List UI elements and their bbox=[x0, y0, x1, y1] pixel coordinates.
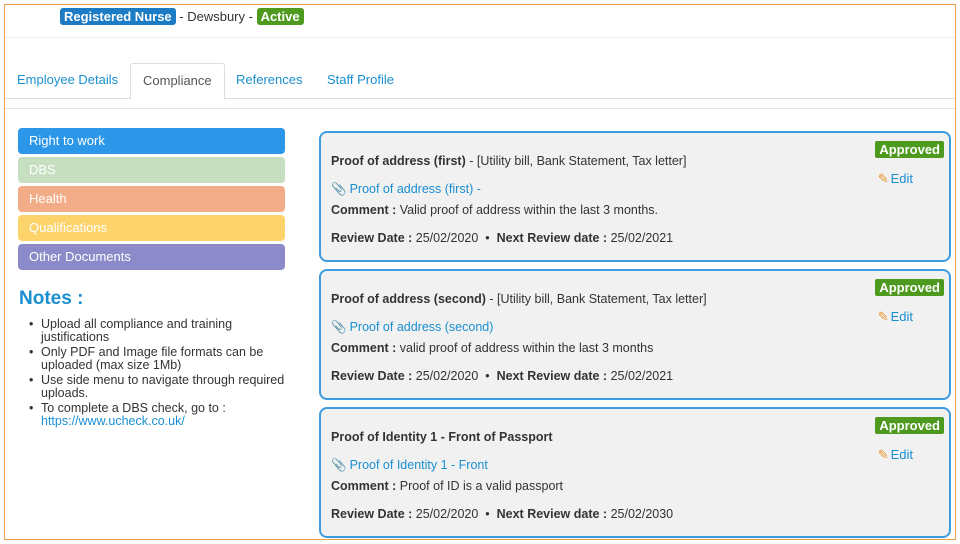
document-card: Proof of Identity 1 - Front of Passport … bbox=[319, 407, 951, 538]
document-file-name: Proof of address (second) bbox=[349, 320, 494, 334]
next-review-label: Next Review date : bbox=[496, 369, 608, 383]
comment-label: Comment : bbox=[331, 341, 397, 355]
paperclip-icon: 📎 bbox=[331, 182, 347, 196]
dbs-note-text: To complete a DBS check, go to : bbox=[41, 401, 226, 415]
document-review-dates: Review Date : 25/02/2020 • Next Review d… bbox=[331, 507, 673, 521]
pencil-icon: ✎ bbox=[877, 447, 889, 462]
role-badge: Registered Nurse bbox=[60, 8, 176, 25]
document-file-link[interactable]: 📎 Proof of Identity 1 - Front bbox=[331, 458, 488, 473]
comment-text: Proof of ID is a valid passport bbox=[399, 479, 564, 493]
document-title-main: Proof of Identity 1 - Front of Passport bbox=[331, 430, 553, 444]
next-review-value: 25/02/2021 bbox=[610, 231, 674, 245]
location-text: - Dewsbury - bbox=[175, 9, 257, 24]
document-title: Proof of address (first) - [Utility bill… bbox=[331, 154, 686, 168]
document-title-main: Proof of address (second) bbox=[331, 292, 486, 306]
employee-header: Registered Nurse - Dewsbury - Active bbox=[5, 5, 955, 38]
comment-label: Comment : bbox=[331, 479, 397, 493]
review-date-value: 25/02/2020 bbox=[415, 507, 479, 521]
document-card: Proof of address (second) - [Utility bil… bbox=[319, 269, 951, 400]
tab-employee-details[interactable]: Employee Details bbox=[5, 63, 130, 99]
next-review-value: 25/02/2030 bbox=[610, 507, 674, 521]
separator-dot: • bbox=[485, 369, 490, 383]
paperclip-icon: 📎 bbox=[331, 320, 347, 334]
paperclip-icon: 📎 bbox=[331, 458, 347, 472]
document-file-link[interactable]: 📎 Proof of address (first) - bbox=[331, 182, 481, 197]
side-item-dbs[interactable]: DBS bbox=[18, 157, 285, 183]
comment-text: valid proof of address within the last 3… bbox=[399, 341, 654, 355]
review-date-value: 25/02/2020 bbox=[415, 369, 479, 383]
review-date-label: Review Date : bbox=[331, 369, 413, 383]
employee-summary: Registered Nurse - Dewsbury - Active bbox=[60, 8, 304, 25]
edit-label: Edit bbox=[890, 447, 913, 462]
status-badge: Active bbox=[256, 8, 304, 25]
document-file-name: Proof of Identity 1 - Front bbox=[349, 458, 488, 472]
tab-bar: Employee Details Compliance References S… bbox=[5, 63, 955, 100]
side-item-other-documents[interactable]: Other Documents bbox=[18, 244, 285, 270]
side-item-right-to-work[interactable]: Right to work bbox=[18, 128, 285, 154]
document-file-name: Proof of address (first) - bbox=[349, 182, 481, 196]
approved-badge: Approved bbox=[875, 417, 944, 434]
document-review-dates: Review Date : 25/02/2020 • Next Review d… bbox=[331, 369, 673, 383]
notes-list: Upload all compliance and training justi… bbox=[27, 318, 285, 430]
page-frame: Registered Nurse - Dewsbury - Active Emp… bbox=[4, 4, 956, 540]
review-date-label: Review Date : bbox=[331, 507, 413, 521]
note-item: Upload all compliance and training justi… bbox=[27, 318, 285, 344]
approved-badge: Approved bbox=[875, 279, 944, 296]
notes-title: Notes : bbox=[19, 288, 84, 309]
document-file-link[interactable]: 📎 Proof of address (second) bbox=[331, 320, 493, 335]
review-date-label: Review Date : bbox=[331, 231, 413, 245]
side-item-health[interactable]: Health bbox=[18, 186, 285, 212]
document-review-dates: Review Date : 25/02/2020 • Next Review d… bbox=[331, 231, 673, 245]
edit-label: Edit bbox=[890, 309, 913, 324]
document-title: Proof of Identity 1 - Front of Passport bbox=[331, 430, 553, 444]
document-title-types: - [Utility bill, Bank Statement, Tax let… bbox=[485, 292, 707, 306]
approved-badge: Approved bbox=[875, 141, 944, 158]
tab-staff-profile[interactable]: Staff Profile bbox=[315, 63, 406, 99]
note-item: Use side menu to navigate through requir… bbox=[27, 374, 285, 400]
document-title-main: Proof of address (first) bbox=[331, 154, 466, 168]
comment-label: Comment : bbox=[331, 203, 397, 217]
pencil-icon: ✎ bbox=[877, 171, 889, 186]
ucheck-link[interactable]: https://www.ucheck.co.uk/ bbox=[41, 414, 185, 428]
separator-dot: • bbox=[485, 507, 490, 521]
edit-button[interactable]: ✎ Edit bbox=[878, 309, 913, 325]
note-item-dbs: To complete a DBS check, go to : https:/… bbox=[27, 402, 285, 428]
document-comment: Comment : valid proof of address within … bbox=[331, 341, 653, 355]
edit-label: Edit bbox=[890, 171, 913, 186]
separator-dot: • bbox=[485, 231, 490, 245]
next-review-value: 25/02/2021 bbox=[610, 369, 674, 383]
document-comment: Comment : Valid proof of address within … bbox=[331, 203, 658, 217]
document-title-types: - [Utility bill, Bank Statement, Tax let… bbox=[465, 154, 687, 168]
tab-compliance[interactable]: Compliance bbox=[130, 63, 225, 100]
document-title: Proof of address (second) - [Utility bil… bbox=[331, 292, 707, 306]
note-item: Only PDF and Image file formats can be u… bbox=[27, 346, 285, 372]
comment-text: Valid proof of address within the last 3… bbox=[399, 203, 659, 217]
edit-button[interactable]: ✎ Edit bbox=[878, 171, 913, 187]
document-card: Proof of address (first) - [Utility bill… bbox=[319, 131, 951, 262]
next-review-label: Next Review date : bbox=[496, 507, 608, 521]
tab-references[interactable]: References bbox=[224, 63, 314, 99]
document-comment: Comment : Proof of ID is a valid passpor… bbox=[331, 479, 563, 493]
edit-button[interactable]: ✎ Edit bbox=[878, 447, 913, 463]
next-review-label: Next Review date : bbox=[496, 231, 608, 245]
review-date-value: 25/02/2020 bbox=[415, 231, 479, 245]
side-item-qualifications[interactable]: Qualifications bbox=[18, 215, 285, 241]
pencil-icon: ✎ bbox=[877, 309, 889, 324]
